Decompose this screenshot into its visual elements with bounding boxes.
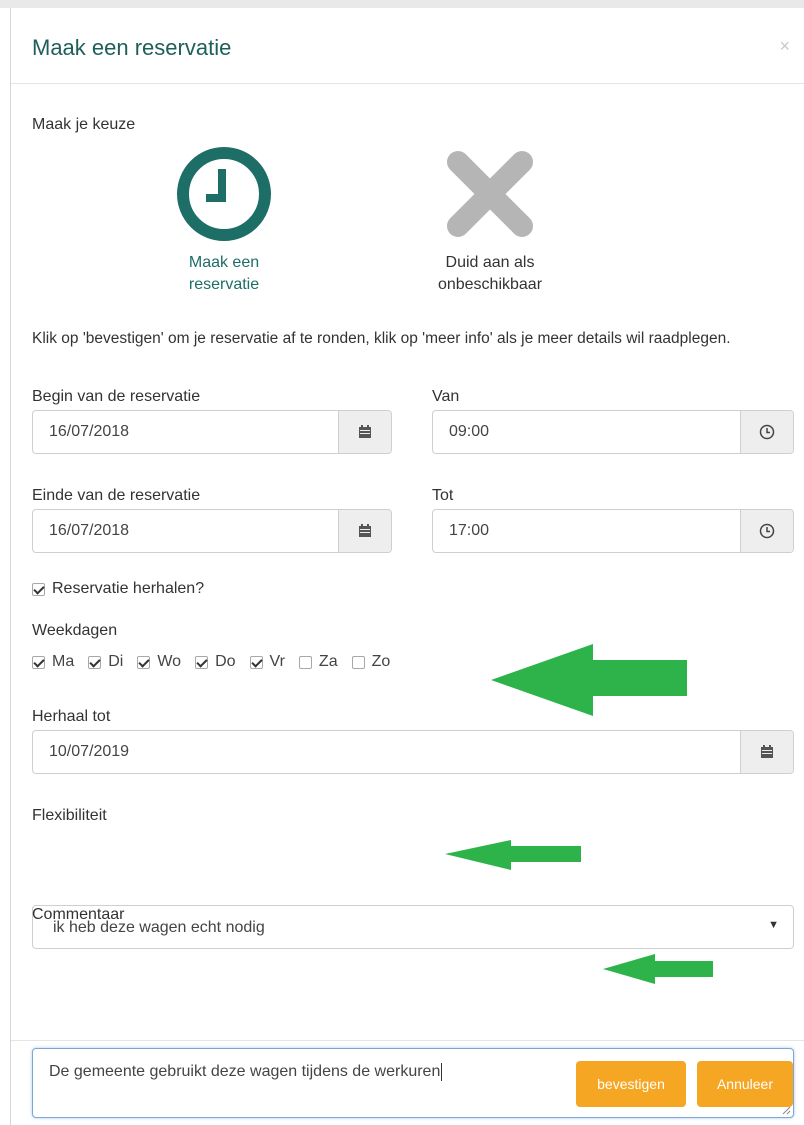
- comment-label: Commentaar: [32, 906, 125, 923]
- weekday-checkbox[interactable]: [249, 655, 263, 669]
- weekday-checkbox[interactable]: [351, 655, 365, 669]
- option-label-2: onbeschikbaar: [437, 276, 543, 293]
- flex-label: Flexibiliteit: [32, 807, 107, 824]
- backdrop: [0, 0, 804, 8]
- einde-label: Einde van de reservatie: [32, 487, 201, 504]
- clock-small-icon: [759, 424, 775, 440]
- option-label-1: Duid aan als: [445, 254, 535, 271]
- end-date-value[interactable]: 16/07/2018: [33, 510, 338, 552]
- weekdays-label: Weekdagen: [32, 622, 118, 639]
- calendar-icon: [359, 425, 371, 438]
- tot-time-value[interactable]: 17:00: [433, 510, 740, 552]
- weekday-do[interactable]: Do: [195, 653, 236, 671]
- weekdays-list: Ma Di Wo Do Vr Za Zo: [32, 653, 404, 671]
- weekday-checkbox[interactable]: [137, 655, 151, 669]
- calendar-button[interactable]: [338, 411, 391, 453]
- footer-divider: [11, 1040, 804, 1041]
- modal-title: Maak een reservatie: [32, 35, 232, 60]
- calendar-button[interactable]: [338, 510, 391, 552]
- weekday-label: Di: [108, 653, 124, 670]
- weekday-wo[interactable]: Wo: [137, 653, 181, 671]
- weekday-checkbox[interactable]: [88, 655, 102, 669]
- tot-time-field[interactable]: 17:00: [432, 509, 794, 553]
- option-label-2: reservatie: [188, 276, 260, 293]
- text-cursor: [441, 1063, 443, 1081]
- end-date-field[interactable]: 16/07/2018: [32, 509, 392, 553]
- calendar-button[interactable]: [740, 731, 793, 773]
- cancel-button[interactable]: Annuleer: [697, 1061, 793, 1107]
- reservation-modal: Maak een reservatie × Maak je keuze Maak…: [10, 8, 804, 1125]
- help-text: Klik op 'bevestigen' om je reservatie af…: [32, 330, 731, 347]
- modal-header: Maak een reservatie ×: [11, 8, 804, 84]
- calendar-icon: [359, 524, 371, 537]
- weekday-label: Ma: [52, 653, 75, 670]
- weekday-di[interactable]: Di: [88, 653, 123, 671]
- arrow-annotation-icon: [445, 840, 581, 870]
- repeat-until-value[interactable]: 10/07/2019: [33, 731, 740, 773]
- arrow-annotation-icon: [491, 644, 687, 716]
- weekday-label: Wo: [157, 653, 182, 670]
- weekday-checkbox[interactable]: [298, 655, 312, 669]
- repeat-row[interactable]: Reservatie herhalen?: [32, 580, 204, 598]
- begin-date-field[interactable]: 16/07/2018: [32, 410, 392, 454]
- begin-label: Begin van de reservatie: [32, 388, 201, 405]
- tot-label: Tot: [432, 487, 454, 504]
- weekday-za[interactable]: Za: [298, 653, 338, 671]
- arrow-annotation-icon: [603, 954, 713, 984]
- weekday-label: Do: [215, 653, 236, 670]
- weekday-label: Vr: [269, 653, 285, 670]
- weekday-vr[interactable]: Vr: [249, 653, 285, 671]
- flexibility-select[interactable]: ik heb deze wagen echt nodig ▼: [32, 905, 794, 949]
- weekday-label: Za: [318, 653, 338, 670]
- option-label-1: Maak een: [188, 254, 260, 271]
- calendar-icon: [761, 745, 773, 758]
- weekday-checkbox[interactable]: [32, 655, 45, 669]
- van-time-field[interactable]: 09:00: [432, 410, 794, 454]
- van-label: Van: [432, 388, 460, 405]
- caret-down-icon: ▼: [768, 919, 779, 931]
- van-time-value[interactable]: 09:00: [433, 411, 740, 453]
- time-button[interactable]: [740, 510, 793, 552]
- time-button[interactable]: [740, 411, 793, 453]
- weekday-checkbox[interactable]: [195, 655, 209, 669]
- repeat-until-label: Herhaal tot: [32, 708, 111, 725]
- repeat-until-field[interactable]: 10/07/2019: [32, 730, 794, 774]
- close-button[interactable]: ×: [779, 36, 790, 57]
- make-reservation-option[interactable]: Maak een reservatie: [154, 146, 294, 296]
- choice-label: Maak je keuze: [32, 116, 136, 133]
- mark-unavailable-option[interactable]: Duid aan als onbeschikbaar: [420, 146, 560, 296]
- confirm-button[interactable]: bevestigen: [576, 1061, 686, 1107]
- comment-text: De gemeente gebruikt deze wagen tijdens …: [49, 1063, 443, 1081]
- comment-value: De gemeente gebruikt deze wagen tijdens …: [49, 1063, 441, 1081]
- clock-icon: [177, 147, 271, 241]
- repeat-label: Reservatie herhalen?: [52, 580, 205, 597]
- x-icon: [447, 151, 533, 237]
- clock-small-icon: [759, 523, 775, 539]
- weekday-ma[interactable]: Ma: [32, 653, 74, 671]
- weekday-zo[interactable]: Zo: [351, 653, 391, 671]
- weekday-label: Zo: [371, 653, 391, 670]
- repeat-checkbox[interactable]: [32, 582, 45, 596]
- begin-date-value[interactable]: 16/07/2018: [33, 411, 338, 453]
